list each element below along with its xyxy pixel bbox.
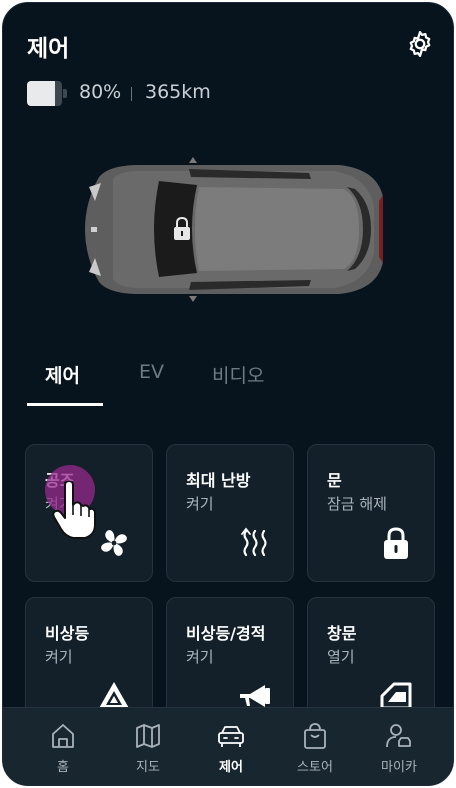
battery-percent: 80%: [79, 81, 122, 103]
nav-label: 마이카: [381, 760, 417, 775]
active-tab-indicator: [27, 403, 103, 406]
driving-range: 365km: [145, 81, 211, 103]
nav-home[interactable]: 홈: [28, 722, 98, 775]
tile-title: 비상등: [45, 624, 90, 643]
person-car-icon: [386, 724, 411, 748]
car-icon: [218, 726, 244, 747]
fan-icon: [101, 530, 127, 556]
shopping-bag-icon: [304, 723, 326, 749]
nav-control[interactable]: 제어: [196, 722, 266, 775]
battery-icon: [27, 81, 67, 106]
nav-label: 스토어: [297, 760, 333, 775]
tile-title: 문: [327, 471, 342, 490]
tile-title: 최대 난방: [186, 471, 251, 490]
tile-door[interactable]: 문 잠금 해제: [307, 444, 435, 582]
home-icon: [52, 724, 74, 748]
tile-action: 잠금 해제: [327, 495, 387, 513]
gear-icon[interactable]: [405, 29, 435, 59]
heat-icon: [241, 527, 267, 557]
page-title: 제어: [27, 36, 70, 62]
lock-icon: [384, 527, 408, 559]
bottom-navigation: 홈 지도 제어 스토어 마이카: [3, 707, 453, 785]
tile-action: 켜기: [186, 495, 214, 513]
tab-control[interactable]: 제어: [45, 361, 80, 388]
pointer-hand-icon: [52, 481, 96, 539]
tile-max-heat[interactable]: 최대 난방 켜기: [166, 444, 294, 582]
nav-label: 지도: [136, 760, 160, 775]
nav-mycar[interactable]: 마이카: [364, 722, 434, 775]
car-image: [85, 157, 383, 302]
nav-label: 홈: [57, 760, 69, 775]
tab-ev[interactable]: EV: [139, 361, 164, 383]
tab-video[interactable]: 비디오: [212, 361, 264, 388]
nav-label: 제어: [219, 760, 243, 775]
tile-title: 비상등/경적: [186, 624, 266, 643]
tile-action: 켜기: [186, 648, 214, 666]
tile-action: 열기: [327, 648, 355, 666]
nav-store[interactable]: 스토어: [280, 722, 350, 775]
phone-screen: 제어 80% 365km 제어 EV 비디오 공조 켜기: [2, 2, 454, 786]
nav-map[interactable]: 지도: [113, 722, 183, 775]
tile-title: 창문: [327, 624, 357, 643]
map-icon: [136, 724, 160, 748]
tile-action: 켜기: [45, 648, 73, 666]
status-divider: [131, 87, 132, 101]
